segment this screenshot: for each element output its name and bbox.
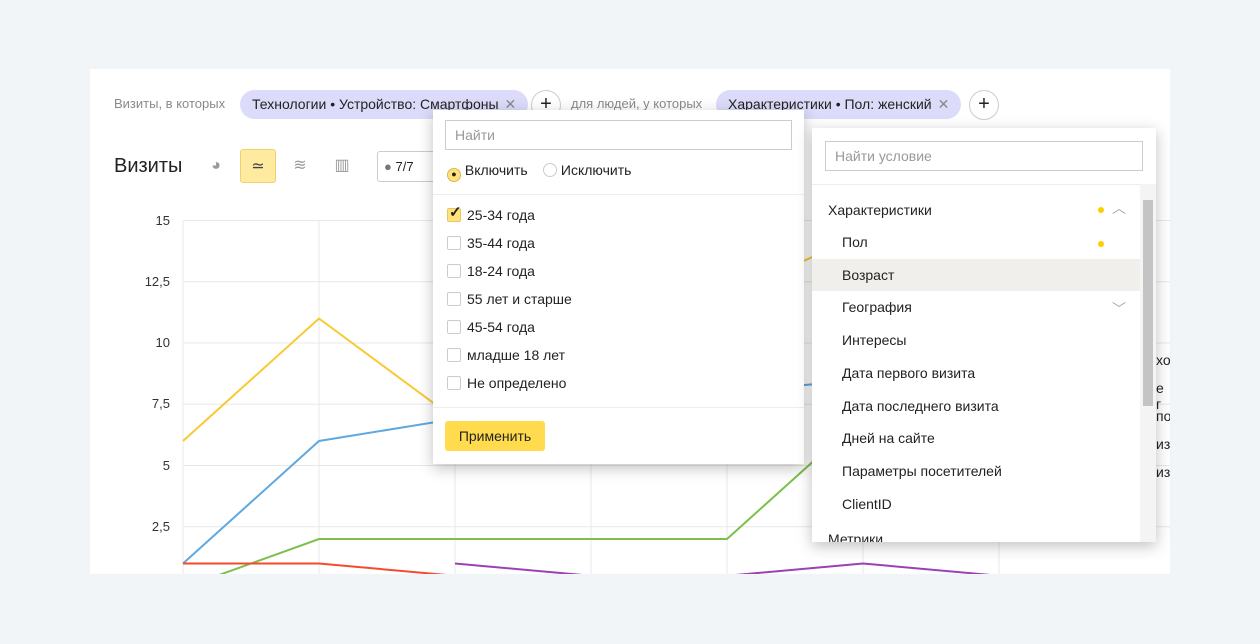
age-option-label: 25-34 года bbox=[467, 207, 535, 223]
exclude-label: Исключить bbox=[560, 162, 632, 178]
age-search-input[interactable]: Найти bbox=[445, 120, 792, 150]
background-text-fragment: хо bbox=[1156, 352, 1170, 368]
condition-item-label: Дата первого визита bbox=[842, 364, 976, 381]
checkbox-checked-icon[interactable]: ✓ bbox=[447, 204, 462, 222]
checkbox-icon[interactable] bbox=[447, 236, 461, 250]
condition-item-label: Возраст bbox=[842, 266, 895, 283]
age-option-label: Не определено bbox=[467, 375, 567, 391]
age-option-label: младше 18 лет bbox=[467, 347, 566, 363]
active-dot-icon bbox=[1098, 241, 1104, 247]
background-text-fragment: по bbox=[1156, 408, 1170, 424]
condition-item-label: Пол bbox=[842, 234, 868, 250]
age-option-label: 18-24 года bbox=[467, 263, 535, 279]
chevron-down-icon[interactable]: ﹀ bbox=[1112, 299, 1126, 319]
condition-search-input[interactable]: Найти условие bbox=[825, 141, 1143, 171]
checkbox-icon[interactable] bbox=[447, 376, 461, 390]
apply-button[interactable]: Применить bbox=[445, 421, 545, 451]
scrollbar[interactable] bbox=[1140, 184, 1156, 542]
condition-item-label: Дней на сайте bbox=[842, 430, 935, 447]
age-filter-popup: Найти ● Включить Исключить ✓ 25-34 года 35… bbox=[433, 110, 804, 464]
condition-item-label: География bbox=[842, 299, 912, 316]
radio-checked-icon: ● bbox=[447, 168, 461, 182]
background-text-fragment: из bbox=[1156, 464, 1170, 480]
chevron-up-icon[interactable]: ︿ bbox=[1112, 198, 1126, 218]
condition-item-label: Параметры посетителей bbox=[842, 462, 1002, 479]
condition-item-label: ClientID bbox=[842, 495, 892, 512]
group-metrics[interactable]: Метрики bbox=[828, 531, 883, 542]
condition-item-label: Интересы bbox=[842, 332, 907, 349]
background-text-fragment: из bbox=[1156, 436, 1170, 452]
exclude-radio[interactable]: Исключить bbox=[543, 162, 631, 178]
radio-icon bbox=[543, 163, 557, 177]
divider bbox=[433, 194, 804, 195]
divider bbox=[433, 407, 804, 408]
group-characteristics[interactable]: Характеристики bbox=[828, 202, 932, 218]
condition-item-label: Дата последнего визита bbox=[842, 397, 999, 414]
include-radio[interactable]: ● Включить bbox=[447, 162, 528, 182]
age-option-label: 45-54 года bbox=[467, 319, 535, 335]
active-dot-icon bbox=[1098, 207, 1104, 213]
include-label: Включить bbox=[464, 162, 528, 178]
checkbox-icon[interactable] bbox=[447, 292, 461, 306]
condition-popup: Найти условие Характеристики ︿ Пол Возрас… bbox=[812, 128, 1156, 542]
checkbox-icon[interactable] bbox=[447, 348, 461, 362]
divider bbox=[812, 184, 1156, 185]
age-option-label: 35-44 года bbox=[467, 235, 535, 251]
age-option-label: 55 лет и старше bbox=[467, 291, 572, 307]
checkbox-icon[interactable] bbox=[447, 320, 461, 334]
checkbox-icon[interactable] bbox=[447, 264, 461, 278]
scrollbar-thumb[interactable] bbox=[1143, 200, 1153, 406]
